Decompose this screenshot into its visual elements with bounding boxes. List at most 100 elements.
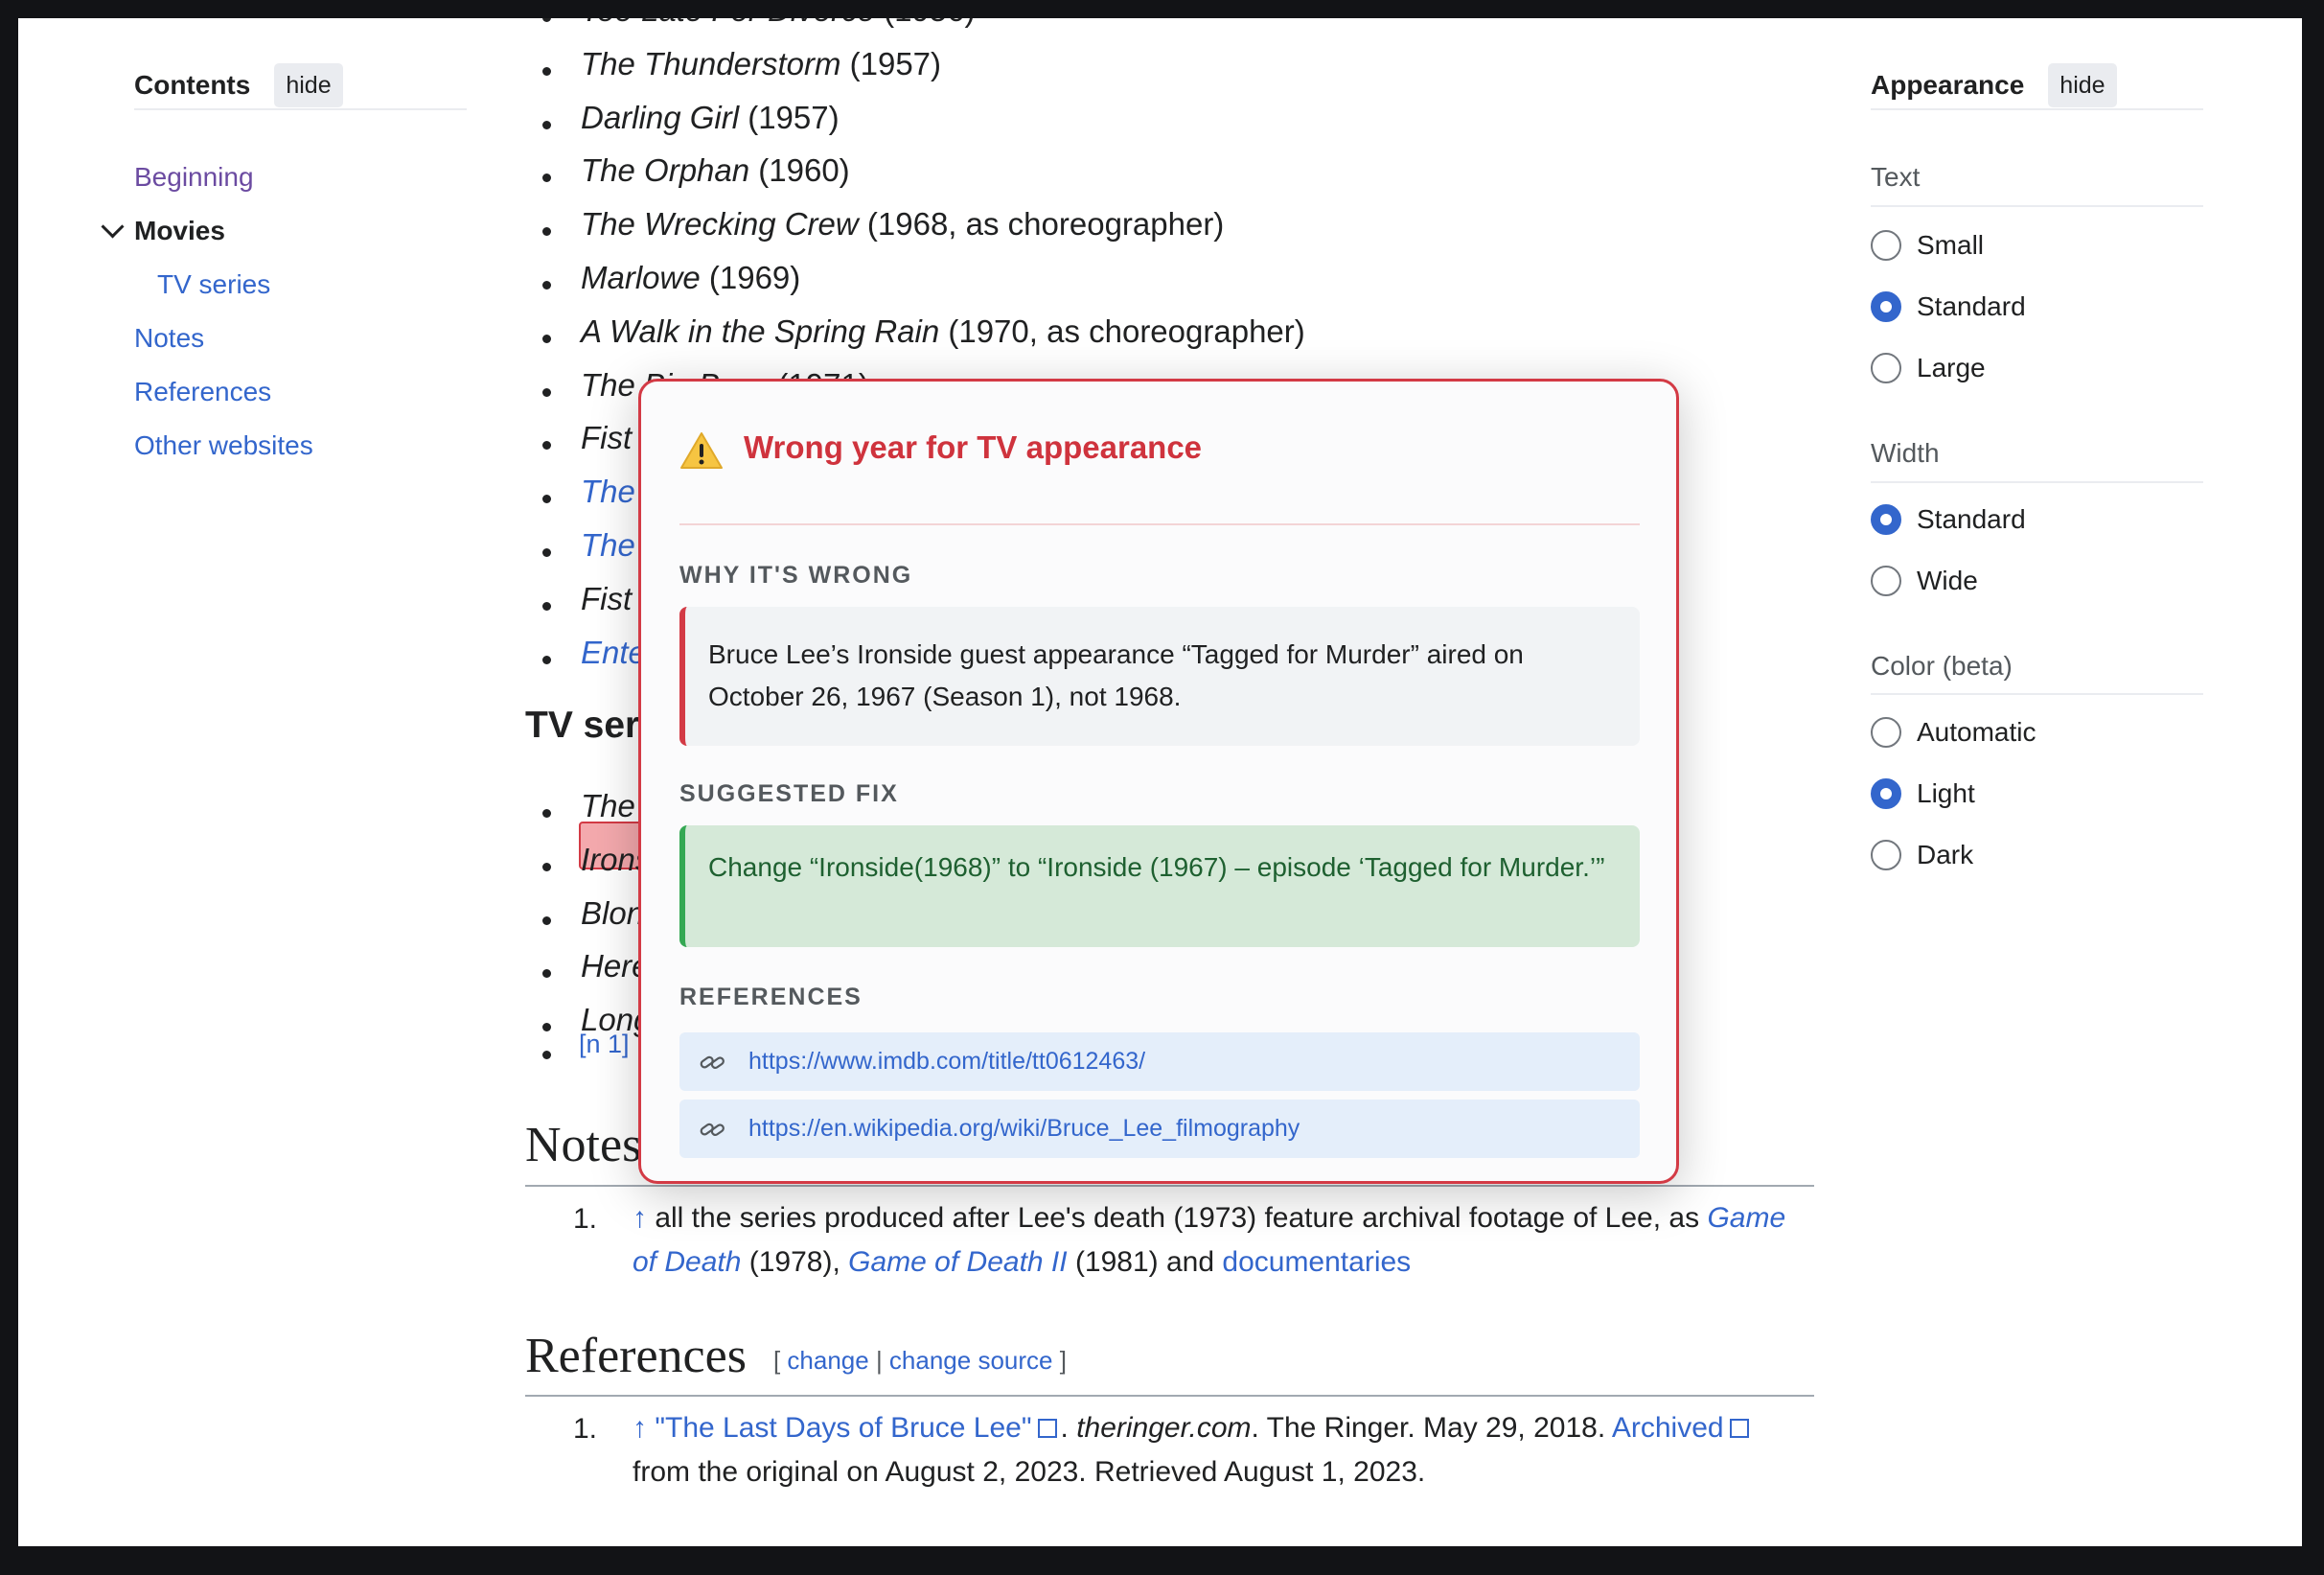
- list-item: Marlowe (1969): [581, 260, 800, 296]
- toc-header: Contents hide: [134, 62, 467, 110]
- radio-button[interactable]: [1871, 717, 1901, 748]
- list-item: Darling Girl (1957): [581, 100, 840, 136]
- width-wide-option[interactable]: Wide: [1871, 566, 1978, 596]
- reference-body-1: .: [1060, 1412, 1077, 1444]
- change-link[interactable]: change: [787, 1346, 868, 1375]
- note-link-game-of-death-2[interactable]: Game of Death II: [848, 1246, 1067, 1278]
- note-body-2: (1978),: [741, 1246, 849, 1278]
- reference-link-wikipedia[interactable]: https://en.wikipedia.org/wiki/Bruce_Lee_…: [679, 1100, 1640, 1158]
- list-item-title: The Wrecking Crew: [581, 206, 859, 243]
- toc-item-other-websites[interactable]: Other websites: [134, 430, 313, 461]
- radio-label: Standard: [1917, 291, 2026, 321]
- toc-item-references[interactable]: References: [134, 377, 271, 407]
- radio-label: Small: [1917, 230, 1985, 260]
- list-item: The: [581, 474, 635, 510]
- list-bullet: [542, 809, 551, 818]
- list-item: Too Late For Divorce (1956): [581, 18, 976, 29]
- radio-button[interactable]: [1871, 840, 1901, 870]
- list-bullet: [542, 120, 551, 129]
- table-of-contents: Contents hide Beginning Movies TV series…: [101, 62, 467, 460]
- radio-label: Dark: [1917, 840, 1974, 869]
- width-divider: [1871, 481, 2203, 483]
- list-item-detail: (1969): [700, 260, 801, 295]
- reference-number: 1.: [573, 1413, 598, 1445]
- list-bullet: [542, 969, 551, 979]
- list-bullet: [542, 1051, 551, 1059]
- reference-archived-link[interactable]: Archived: [1612, 1412, 1724, 1444]
- list-item: The: [581, 788, 635, 824]
- color-dark-option[interactable]: Dark: [1871, 840, 1973, 870]
- reference-body-2: . The Ringer. May 29, 2018.: [1251, 1412, 1612, 1444]
- reference-link-last-days[interactable]: "The Last Days of Bruce Lee": [655, 1412, 1031, 1444]
- toc-item-movies[interactable]: Movies: [134, 216, 225, 246]
- tv-series-heading: TV ser: [525, 705, 640, 746]
- radio-button-selected[interactable]: [1871, 504, 1901, 535]
- why-explanation: Bruce Lee’s Ironside guest appearance “T…: [679, 607, 1640, 746]
- text-size-small-option[interactable]: Small: [1871, 230, 1984, 261]
- radio-label: Large: [1917, 353, 1986, 382]
- toc-item-notes[interactable]: Notes: [134, 323, 204, 354]
- list-item: A Walk in the Spring Rain (1970, as chor…: [581, 313, 1305, 350]
- list-item: The Thunderstorm (1957): [581, 46, 941, 82]
- reference-link-imdb[interactable]: https://www.imdb.com/title/tt0612463/: [679, 1032, 1640, 1091]
- warning-icon: [680, 432, 723, 469]
- note-number: 1.: [573, 1203, 598, 1235]
- note-text: ↑ all the series produced after Lee's de…: [633, 1196, 1811, 1285]
- suggested-fix[interactable]: Change “Ironside(1968)” to “Ironside (19…: [679, 825, 1640, 947]
- list-bullet: [542, 66, 551, 76]
- list-item-title: Too Late For Divorce: [581, 18, 875, 28]
- link-icon: [700, 1123, 725, 1136]
- list-bullet: [542, 915, 551, 925]
- note-link-documentaries[interactable]: documentaries: [1222, 1246, 1411, 1278]
- list-item-link[interactable]: The: [581, 474, 635, 509]
- reference-body-3: from the original on August 2, 2023. Ret…: [633, 1456, 1426, 1488]
- note-body-3: (1981) and: [1067, 1246, 1223, 1278]
- toc-item-beginning[interactable]: Beginning: [134, 162, 254, 193]
- radio-label: Wide: [1917, 566, 1978, 595]
- radio-button-selected[interactable]: [1871, 291, 1901, 322]
- edit-bracket-open: [: [772, 1345, 788, 1375]
- appearance-hide-button[interactable]: hide: [2048, 63, 2117, 107]
- text-size-label: Text: [1871, 162, 1921, 192]
- radio-label: Light: [1917, 778, 1975, 808]
- color-automatic-option[interactable]: Automatic: [1871, 717, 2036, 748]
- appearance-panel: Appearance hide Text Small Standard Larg…: [1871, 62, 2203, 870]
- radio-button[interactable]: [1871, 353, 1901, 383]
- text-size-large-option[interactable]: Large: [1871, 353, 1986, 383]
- list-item-title: The: [581, 788, 635, 823]
- references-edit-links: [ change | change source ]: [773, 1346, 1067, 1375]
- references-heading-text: References: [525, 1329, 747, 1383]
- external-link-icon: [1037, 1419, 1057, 1438]
- list-item-detail: (1968, as choreographer): [858, 206, 1225, 243]
- list-item-link[interactable]: The: [581, 527, 635, 563]
- list-item: The Wrecking Crew (1968, as choreographe…: [581, 206, 1224, 243]
- list-bullet: [542, 227, 551, 237]
- color-light-option[interactable]: Light: [1871, 778, 1975, 809]
- appearance-title: Appearance: [1871, 70, 2025, 100]
- list-item: The Orphan (1960): [581, 152, 850, 189]
- toc-item-tv-series[interactable]: TV series: [157, 269, 270, 300]
- reference-site: theringer.com: [1076, 1412, 1252, 1444]
- list-item-detail: (1957): [739, 99, 840, 135]
- toc-hide-button[interactable]: hide: [274, 63, 343, 107]
- external-link-icon: [1729, 1419, 1749, 1438]
- radio-button[interactable]: [1871, 566, 1901, 596]
- text-size-divider: [1871, 205, 2203, 207]
- chevron-down-icon[interactable]: [101, 215, 125, 239]
- note-ref-link[interactable]: [n 1]: [579, 1030, 630, 1059]
- note-backlink[interactable]: ↑: [633, 1202, 647, 1234]
- radio-button-selected[interactable]: [1871, 778, 1901, 809]
- list-item-link[interactable]: Ente: [581, 635, 646, 670]
- list-bullet: [542, 601, 551, 611]
- text-size-standard-option[interactable]: Standard: [1871, 291, 2026, 322]
- width-standard-option[interactable]: Standard: [1871, 504, 2026, 535]
- reference-backlink[interactable]: ↑: [633, 1412, 647, 1444]
- notes-heading: Notes: [525, 1118, 642, 1172]
- width-label: Width: [1871, 438, 1940, 468]
- change-source-link[interactable]: change source: [889, 1346, 1053, 1375]
- list-bullet: [542, 18, 551, 22]
- radio-button[interactable]: [1871, 230, 1901, 261]
- error-popup[interactable]: Wrong year for TV appearance WHY IT'S WR…: [638, 379, 1679, 1184]
- color-divider: [1871, 693, 2203, 695]
- list-item-detail: (1956): [875, 18, 975, 28]
